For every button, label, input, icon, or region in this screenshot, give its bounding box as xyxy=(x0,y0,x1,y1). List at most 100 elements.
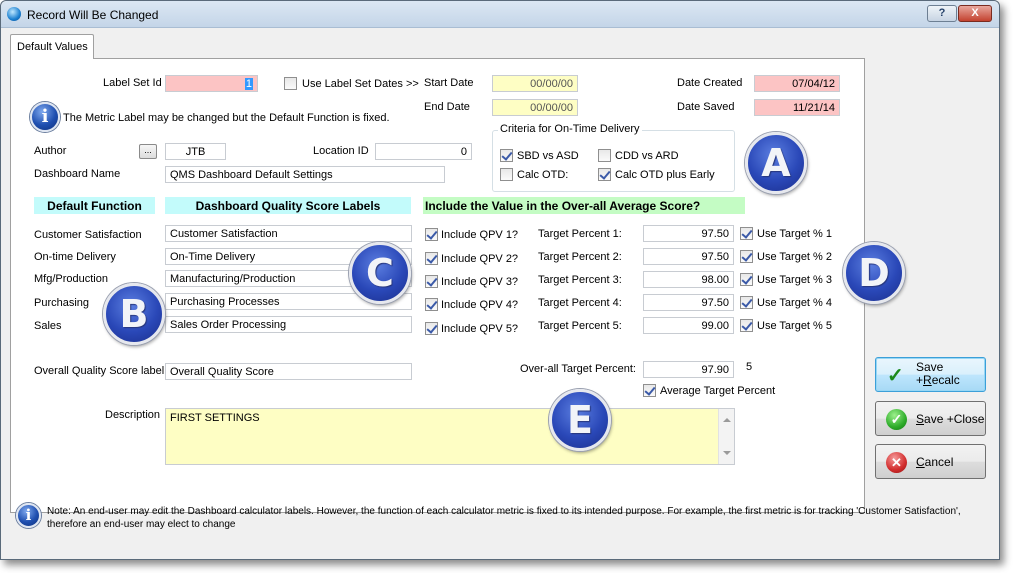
calc-otd-checkbox[interactable] xyxy=(500,168,513,181)
description-textarea[interactable]: FIRST SETTINGS xyxy=(165,408,735,465)
label-set-id-field[interactable]: 1 xyxy=(165,75,258,92)
average-target-percent-checkbox[interactable] xyxy=(643,384,656,397)
save-close-rest: ave +Close xyxy=(924,412,985,426)
include-qpv-checkbox[interactable] xyxy=(425,275,438,288)
scroll-up-arrow-icon[interactable] xyxy=(723,418,731,422)
include-qpv-label: Include QPV 4? xyxy=(441,299,519,311)
start-date-field[interactable]: 00/00/00 xyxy=(492,75,578,92)
target-percent-field[interactable]: 99.00 xyxy=(643,317,734,334)
sbd-vs-asd-checkbox[interactable] xyxy=(500,149,513,162)
description-text: FIRST SETTINGS xyxy=(170,412,260,424)
target-percent-field[interactable]: 97.50 xyxy=(643,294,734,311)
cdd-vs-ard-checkbox[interactable] xyxy=(598,149,611,162)
overall-quality-score-label: Overall Quality Score label xyxy=(34,365,165,377)
overall-target-percent-field[interactable]: 97.90 xyxy=(643,361,734,378)
end-date-label: End Date xyxy=(424,101,470,113)
end-date-field[interactable]: 00/00/00 xyxy=(492,99,578,116)
date-saved-field[interactable]: 11/21/14 xyxy=(754,99,840,116)
app-globe-icon xyxy=(7,7,21,21)
callout-badge-d: D xyxy=(843,242,905,304)
author-field[interactable]: JTB xyxy=(165,143,226,160)
target-percent-label: Target Percent 5: xyxy=(538,320,622,332)
target-percent-label: Target Percent 4: xyxy=(538,297,622,309)
description-scrollbar[interactable] xyxy=(718,409,734,464)
use-target-checkbox[interactable] xyxy=(740,296,753,309)
include-value-header: Include the Value in the Over-all Averag… xyxy=(423,197,745,214)
overall-quality-score-field[interactable]: Overall Quality Score xyxy=(165,363,412,380)
save-close-label: Save +Close xyxy=(916,412,984,426)
help-button[interactable]: ? xyxy=(927,5,957,22)
checkmark-icon: ✓ xyxy=(887,365,904,387)
include-qpv-checkbox[interactable] xyxy=(425,298,438,311)
use-target-label: Use Target % 1 xyxy=(757,228,833,240)
metric-label-info-text: The Metric Label may be changed but the … xyxy=(63,112,390,124)
default-function-label: Sales xyxy=(34,320,62,332)
use-target-checkbox[interactable] xyxy=(740,319,753,332)
use-label-set-dates-checkbox[interactable] xyxy=(284,77,297,90)
score-labels-header: Dashboard Quality Score Labels xyxy=(165,197,411,214)
dashboard-name-field[interactable]: QMS Dashboard Default Settings xyxy=(165,166,445,183)
include-qpv-checkbox[interactable] xyxy=(425,228,438,241)
target-percent-field[interactable]: 98.00 xyxy=(643,271,734,288)
red-x-circle-icon: ✕ xyxy=(886,452,907,473)
callout-badge-b: B xyxy=(103,283,165,345)
use-target-label: Use Target % 2 xyxy=(757,251,833,263)
target-percent-field[interactable]: 97.50 xyxy=(643,225,734,242)
sbd-vs-asd-label: SBD vs ASD xyxy=(517,150,579,162)
close-button[interactable]: X xyxy=(958,5,992,22)
dialog-client: Default Values Label Set Id 1 Use Label … xyxy=(7,29,993,553)
save-close-button[interactable]: ✓ Save +Close xyxy=(875,401,986,436)
score-label-field[interactable]: Sales Order Processing xyxy=(165,316,412,333)
cancel-label: Cancel xyxy=(916,455,953,469)
include-qpv-label: Include QPV 3? xyxy=(441,276,519,288)
callout-badge-e: E xyxy=(549,389,611,451)
callout-badge-c: C xyxy=(349,242,411,304)
author-label: Author xyxy=(34,145,67,157)
cancel-rest: ancel xyxy=(924,455,954,469)
use-target-checkbox[interactable] xyxy=(740,250,753,263)
save-recalc-button[interactable]: ✓ Save +Recalc xyxy=(875,357,986,392)
include-qpv-checkbox[interactable] xyxy=(425,322,438,335)
include-qpv-checkbox[interactable] xyxy=(425,252,438,265)
target-percent-label: Target Percent 1: xyxy=(538,228,622,240)
info-icon: i xyxy=(30,102,60,132)
save-recalc-accel: R xyxy=(923,373,932,387)
include-qpv-label: Include QPV 2? xyxy=(441,253,519,265)
use-target-label: Use Target % 5 xyxy=(757,320,833,332)
save-close-accel: S xyxy=(916,412,925,426)
date-saved-label: Date Saved xyxy=(677,101,735,113)
start-date-label: Start Date xyxy=(424,77,474,89)
calc-otd-plus-early-checkbox[interactable] xyxy=(598,168,611,181)
default-values-panel: Label Set Id 1 Use Label Set Dates >> St… xyxy=(10,58,905,513)
tab-default-values[interactable]: Default Values xyxy=(10,34,94,59)
scroll-down-arrow-icon[interactable] xyxy=(723,451,731,455)
save-recalc-label: Save +Recalc xyxy=(916,361,960,387)
overall-target-percent-label: Over-all Target Percent: xyxy=(520,363,636,375)
target-percent-label: Target Percent 3: xyxy=(538,274,622,286)
window-title: Record Will Be Changed xyxy=(27,8,159,22)
dialog-window: Record Will Be Changed ? X Default Value… xyxy=(0,0,1000,560)
location-id-field[interactable]: 0 xyxy=(375,143,472,160)
use-target-checkbox[interactable] xyxy=(740,227,753,240)
otd-criteria-title: Criteria for On-Time Delivery xyxy=(498,123,642,135)
callout-badge-a: A xyxy=(745,132,807,194)
author-lookup-button[interactable]: ... xyxy=(139,144,157,159)
default-function-label: Purchasing xyxy=(34,297,90,309)
default-function-label: Mfg/Production xyxy=(34,273,108,285)
cancel-button[interactable]: ✕ Cancel xyxy=(875,444,986,479)
footer-note: Note: An end-user may edit the Dashboard… xyxy=(47,506,961,530)
target-percent-field[interactable]: 97.50 xyxy=(643,248,734,265)
use-target-checkbox[interactable] xyxy=(740,273,753,286)
location-id-label: Location ID xyxy=(313,145,369,157)
cancel-accel: C xyxy=(916,455,925,469)
date-created-field[interactable]: 07/04/12 xyxy=(754,75,840,92)
default-function-label: Customer Satisfaction xyxy=(34,229,142,241)
include-qpv-label: Include QPV 5? xyxy=(441,323,519,335)
note-info-icon: i xyxy=(16,503,41,528)
otd-criteria-group: Criteria for On-Time Delivery SBD vs ASD… xyxy=(492,123,735,192)
score-label-field[interactable]: Customer Satisfaction xyxy=(165,225,412,242)
description-label: Description xyxy=(105,409,161,421)
save-recalc-prefix: + xyxy=(916,373,924,387)
overall-target-count: 5 xyxy=(746,361,753,373)
calc-otd-plus-early-label: Calc OTD plus Early xyxy=(615,169,715,181)
